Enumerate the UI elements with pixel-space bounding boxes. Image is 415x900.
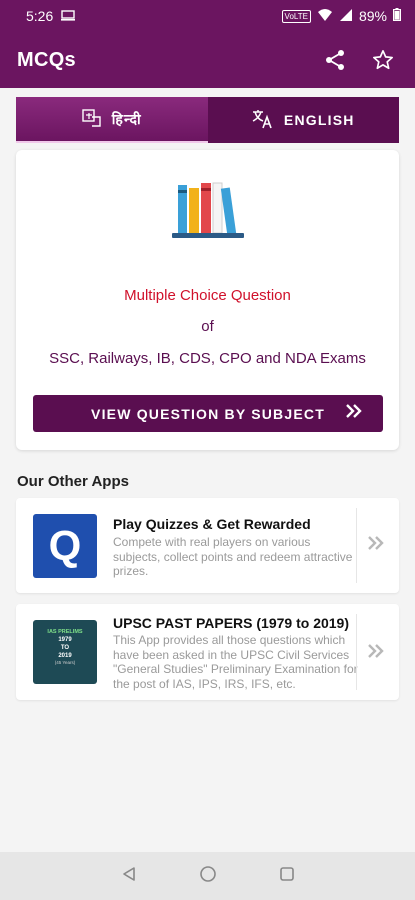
screen-cast-icon bbox=[61, 8, 76, 24]
upsc-thumb-text: 1979 bbox=[58, 637, 72, 643]
system-nav-bar bbox=[0, 852, 415, 900]
hero-line-1: Multiple Choice Question bbox=[124, 287, 291, 304]
upsc-thumb-text: 2019 bbox=[58, 653, 72, 659]
page-title: MCQs bbox=[17, 48, 76, 71]
hero-card: Multiple Choice Question of SSC, Railway… bbox=[16, 150, 399, 450]
recents-icon[interactable] bbox=[279, 866, 295, 887]
status-bar: 5:26 VoLTE 89% bbox=[0, 0, 415, 32]
upsc-thumb-text: TO bbox=[60, 645, 70, 651]
upsc-thumb-text: IAS PRELIMS bbox=[47, 629, 83, 635]
translate-hindi-icon bbox=[82, 108, 102, 130]
tab-hindi[interactable]: हिन्दी bbox=[16, 97, 208, 143]
battery-icon bbox=[393, 8, 402, 24]
volte-badge: VoLTE bbox=[281, 9, 311, 23]
language-tabs: हिन्दी ENGLISH bbox=[16, 97, 399, 143]
star-icon[interactable] bbox=[367, 44, 399, 76]
wifi-icon bbox=[317, 8, 333, 25]
translate-icon bbox=[252, 109, 274, 132]
view-by-subject-label: VIEW QUESTION BY SUBJECT bbox=[91, 405, 325, 422]
other-apps-title: Our Other Apps bbox=[17, 473, 129, 490]
upsc-thumb-text: (45 Years) bbox=[54, 660, 76, 665]
double-chevron-right-icon[interactable] bbox=[367, 534, 385, 557]
divider bbox=[356, 508, 357, 583]
app-title: UPSC PAST PAPERS (1979 to 2019) bbox=[113, 615, 350, 631]
app-card-quizzes[interactable]: Q Play Quizzes & Get Rewarded Compete wi… bbox=[16, 498, 399, 593]
quiz-app-icon: Q bbox=[33, 514, 97, 578]
app-bar: MCQs bbox=[0, 32, 415, 88]
app-card-upsc[interactable]: IAS PRELIMS 1979 TO 2019 (45 Years) UPSC… bbox=[16, 604, 399, 700]
hero-line-2: of bbox=[201, 318, 214, 335]
app-title: Play Quizzes & Get Rewarded bbox=[113, 516, 311, 532]
hero-line-3: SSC, Railways, IB, CDS, CPO and NDA Exam… bbox=[49, 350, 366, 367]
divider bbox=[356, 614, 357, 690]
quiz-app-icon-letter: Q bbox=[48, 522, 82, 569]
tab-english[interactable]: ENGLISH bbox=[207, 97, 399, 143]
tab-english-label: ENGLISH bbox=[283, 112, 355, 128]
books-icon bbox=[170, 182, 246, 245]
status-time: 5:26 bbox=[26, 8, 54, 24]
double-chevron-right-icon bbox=[345, 403, 363, 424]
tab-hindi-label: हिन्दी bbox=[111, 110, 142, 127]
app-description: This App provides all those questions wh… bbox=[113, 633, 358, 691]
upsc-app-icon: IAS PRELIMS 1979 TO 2019 (45 Years) bbox=[33, 620, 97, 684]
app-description: Compete with real players on various sub… bbox=[113, 535, 353, 578]
battery-percent: 89% bbox=[358, 8, 387, 24]
double-chevron-right-icon[interactable] bbox=[367, 642, 385, 665]
view-by-subject-button[interactable]: VIEW QUESTION BY SUBJECT bbox=[33, 395, 383, 432]
share-icon[interactable] bbox=[319, 44, 351, 76]
home-icon[interactable] bbox=[199, 865, 217, 888]
back-icon[interactable] bbox=[121, 866, 137, 887]
signal-icon bbox=[339, 8, 353, 25]
